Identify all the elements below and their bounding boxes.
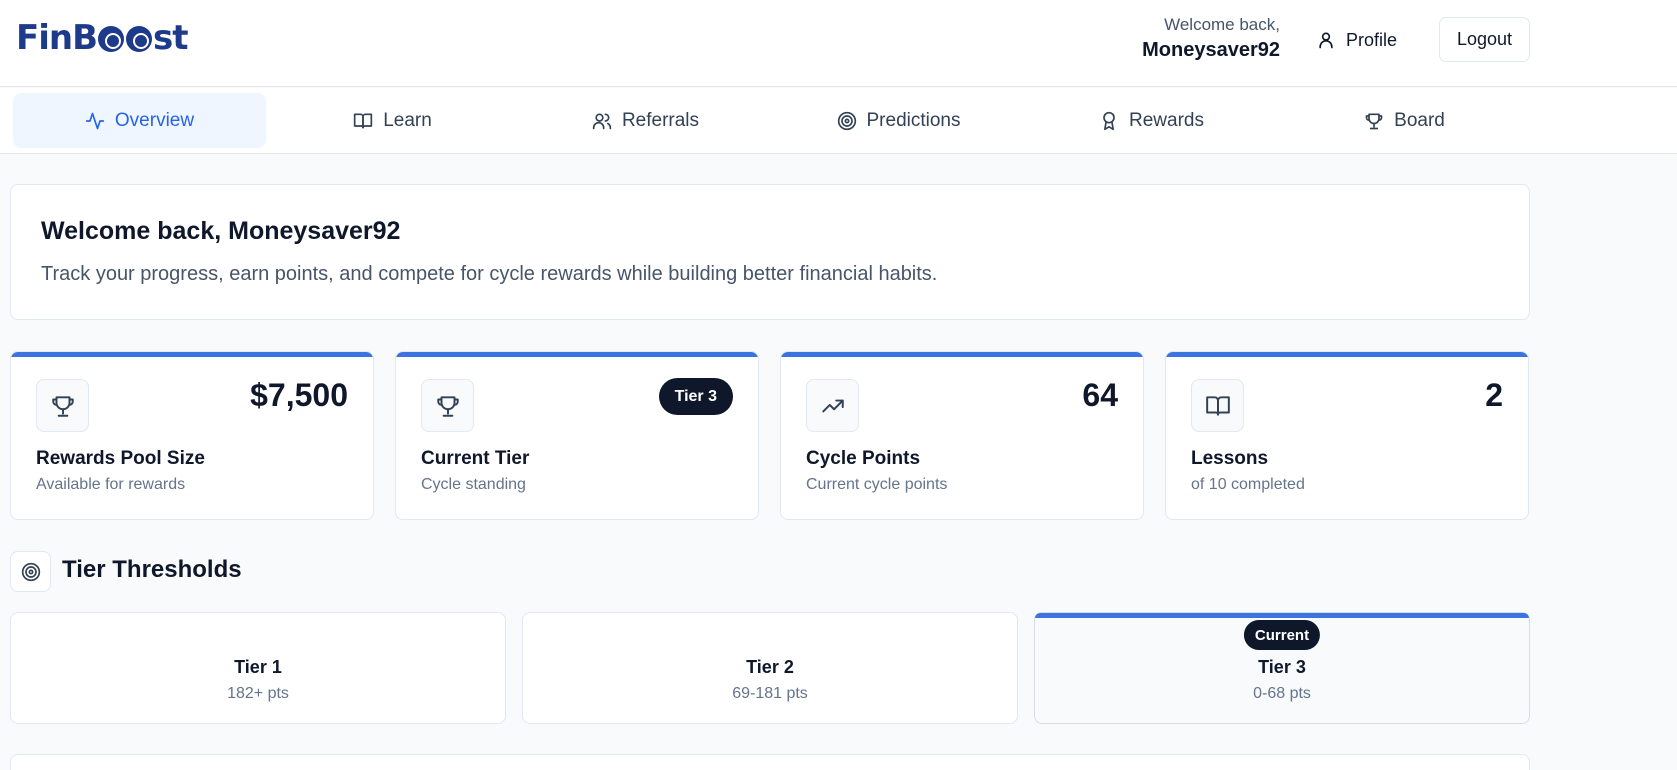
users-icon — [592, 113, 612, 129]
stat-sub: of 10 completed — [1191, 476, 1305, 493]
logout-button[interactable]: Logout — [1439, 17, 1530, 62]
stat-card-cycle-points: 64 Cycle Points Current cycle points — [780, 351, 1144, 520]
main-nav: Overview Learn Referrals Predictions Rew… — [0, 88, 1677, 154]
section-icon-box — [10, 551, 51, 592]
tab-overview[interactable]: Overview — [13, 93, 266, 148]
tier-points: 69-181 pts — [732, 685, 808, 702]
trophy-icon — [51, 395, 74, 417]
page-subtitle: Track your progress, earn points, and co… — [41, 263, 938, 285]
book-icon — [354, 113, 373, 128]
tier-name: Tier 3 — [1258, 657, 1306, 677]
award-icon — [1103, 111, 1115, 130]
accent-bar — [1035, 613, 1529, 618]
accent-bar — [1166, 352, 1528, 357]
stat-icon-box — [806, 379, 859, 432]
tier-card: Tier 2 69-181 pts — [522, 612, 1018, 724]
profile-label: Profile — [1346, 29, 1398, 50]
activity-icon — [85, 112, 105, 129]
welcome-card: Welcome back, Moneysaver92 Track your pr… — [10, 184, 1530, 320]
tab-label: Predictions — [866, 109, 961, 131]
tab-learn[interactable]: Learn — [266, 93, 519, 148]
profile-button[interactable]: Profile — [1312, 18, 1412, 62]
tier-card-current: Current Tier 3 0-68 pts — [1034, 612, 1530, 724]
welcome-block: Welcome back, Moneysaver92 — [1142, 14, 1280, 64]
tier-points: 182+ pts — [227, 685, 289, 702]
tab-label: Overview — [114, 109, 195, 131]
stat-card-current-tier: Tier 3 Current Tier Cycle standing — [395, 351, 759, 520]
tier-name: Tier 1 — [234, 657, 282, 677]
trending-up-icon — [821, 399, 844, 412]
stat-label: Current Tier — [421, 448, 530, 469]
stat-card-rewards-pool: $7,500 Rewards Pool Size Available for r… — [10, 351, 374, 520]
tab-rewards[interactable]: Rewards — [1025, 93, 1278, 148]
stat-value: 64 — [1082, 377, 1118, 413]
stat-card-lessons: 2 Lessons of 10 completed — [1165, 351, 1529, 520]
finboost-logo[interactable]: FinB st — [16, 16, 188, 60]
stat-sub: Current cycle points — [806, 476, 948, 493]
accent-bar — [11, 352, 373, 357]
tier-card: Tier 1 182+ pts — [10, 612, 506, 724]
stat-label: Cycle Points — [806, 448, 921, 469]
user-icon — [1319, 32, 1333, 49]
logo-o-icon — [98, 26, 124, 52]
top-header: FinB st Welcome back, Moneysaver92 Profil… — [0, 0, 1677, 87]
book-icon — [1205, 395, 1230, 416]
stat-label: Lessons — [1191, 448, 1269, 469]
next-section-card — [10, 754, 1530, 770]
tab-label: Rewards — [1129, 109, 1204, 131]
logo-o-icon — [126, 26, 152, 52]
tier-points: 0-68 pts — [1253, 685, 1311, 702]
stat-icon-box — [421, 379, 474, 432]
tier-name: Tier 2 — [746, 657, 794, 677]
trophy-icon — [436, 395, 459, 417]
welcome-text: Welcome back, — [1164, 15, 1280, 34]
page-title: Welcome back, Moneysaver92 — [41, 217, 401, 245]
stat-sub: Cycle standing — [421, 476, 526, 493]
tab-label: Board — [1394, 109, 1445, 131]
accent-bar — [396, 352, 758, 357]
accent-bar — [781, 352, 1143, 357]
stat-icon-box — [1191, 379, 1244, 432]
tab-label: Referrals — [621, 109, 700, 131]
tab-label: Learn — [383, 109, 432, 131]
tab-board[interactable]: Board — [1278, 93, 1531, 148]
stat-label: Rewards Pool Size — [36, 448, 205, 469]
username: Moneysaver92 — [1142, 39, 1280, 61]
target-icon — [837, 111, 856, 130]
stat-value: $7,500 — [250, 377, 348, 413]
tier-badge: Tier 3 — [658, 378, 733, 415]
stat-sub: Available for rewards — [36, 476, 186, 493]
tab-referrals[interactable]: Referrals — [519, 93, 772, 148]
target-icon — [21, 562, 40, 581]
section-title: Tier Thresholds — [62, 556, 242, 583]
stat-icon-box — [36, 379, 89, 432]
trophy-icon — [1365, 113, 1383, 129]
stat-value: 2 — [1485, 377, 1503, 413]
tab-predictions[interactable]: Predictions — [772, 93, 1025, 148]
current-badge: Current — [1243, 620, 1321, 650]
